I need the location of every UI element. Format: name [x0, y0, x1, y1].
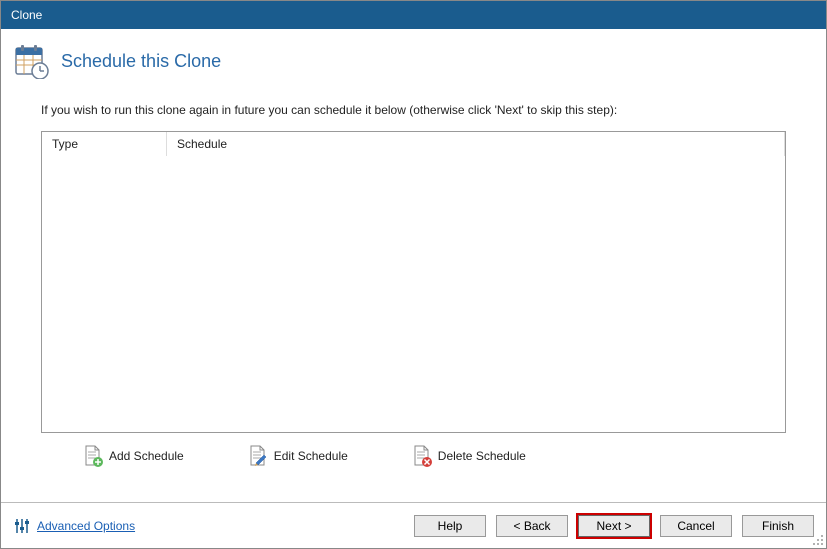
document-delete-icon	[412, 445, 432, 467]
sliders-icon	[13, 517, 31, 535]
delete-schedule-button[interactable]: Delete Schedule	[410, 443, 528, 469]
advanced-options-link[interactable]: Advanced Options	[13, 517, 135, 535]
table-header: Type Schedule	[42, 132, 785, 157]
next-button[interactable]: Next >	[578, 515, 650, 537]
edit-schedule-button[interactable]: Edit Schedule	[246, 443, 350, 469]
page-header: Schedule this Clone	[13, 43, 786, 79]
back-button[interactable]: < Back	[496, 515, 568, 537]
content-area: Schedule this Clone If you wish to run t…	[1, 29, 826, 469]
title-bar: Clone	[1, 1, 826, 29]
edit-schedule-label: Edit Schedule	[274, 449, 348, 463]
resize-grip-icon[interactable]	[812, 534, 824, 546]
table-body[interactable]	[42, 157, 785, 431]
schedule-actions: Add Schedule Edit Schedule	[41, 433, 786, 469]
column-header-type[interactable]: Type	[42, 132, 167, 156]
help-button[interactable]: Help	[414, 515, 486, 537]
delete-schedule-label: Delete Schedule	[438, 449, 526, 463]
column-header-schedule[interactable]: Schedule	[167, 132, 785, 156]
add-schedule-label: Add Schedule	[109, 449, 184, 463]
schedule-table: Type Schedule	[41, 131, 786, 433]
instruction-text: If you wish to run this clone again in f…	[41, 103, 786, 117]
page-title: Schedule this Clone	[61, 51, 221, 72]
footer-bar: Advanced Options Help < Back Next > Canc…	[1, 502, 826, 548]
advanced-options-label: Advanced Options	[37, 519, 135, 533]
window-title: Clone	[11, 8, 42, 22]
calendar-clock-icon	[13, 43, 49, 79]
cancel-button[interactable]: Cancel	[660, 515, 732, 537]
finish-button[interactable]: Finish	[742, 515, 814, 537]
add-schedule-button[interactable]: Add Schedule	[81, 443, 186, 469]
footer-buttons: Help < Back Next > Cancel Finish	[414, 515, 814, 537]
document-add-icon	[83, 445, 103, 467]
document-edit-icon	[248, 445, 268, 467]
